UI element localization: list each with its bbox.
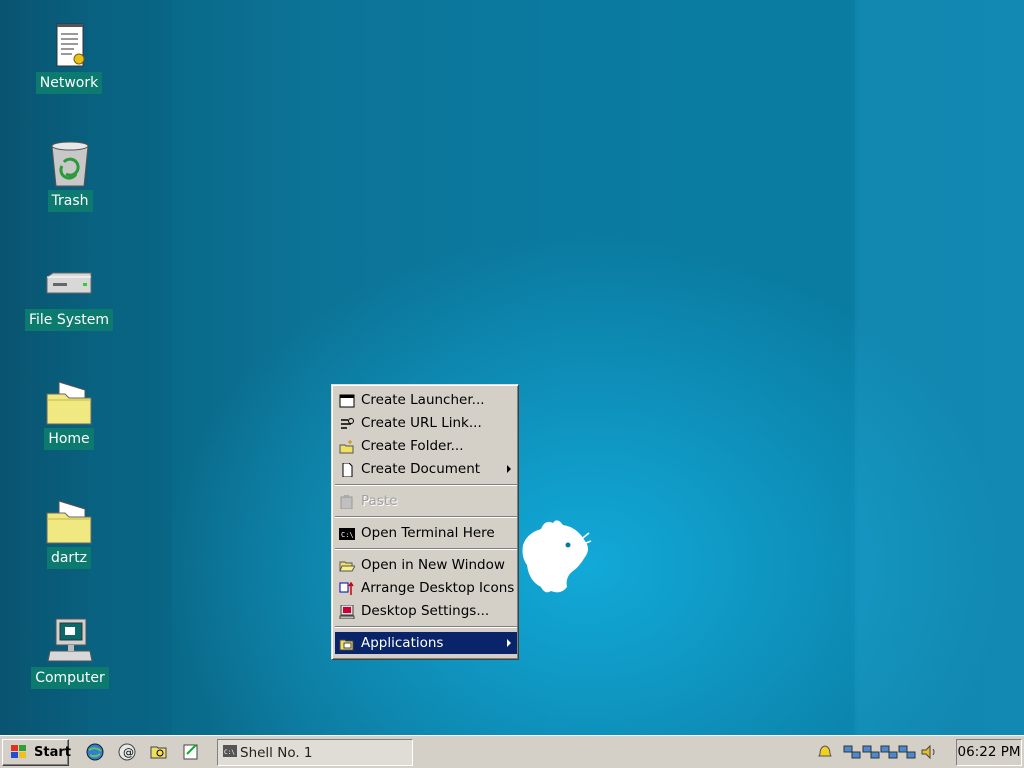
browser-icon[interactable] xyxy=(85,742,105,762)
file-manager-icon[interactable] xyxy=(149,742,169,762)
wallpaper-band xyxy=(855,0,1024,735)
desktop-icon-home[interactable]: Home xyxy=(14,378,124,450)
editor-icon[interactable] xyxy=(181,742,201,762)
volume-icon[interactable] xyxy=(920,743,938,761)
desktop-icon-label: Computer xyxy=(31,667,109,689)
desktop-icon-label: dartz xyxy=(46,547,92,569)
mouse-mascot-icon xyxy=(522,520,592,593)
menu-item-create-url-link[interactable]: Create URL Link... xyxy=(335,412,517,434)
start-label: Start xyxy=(34,745,71,760)
new-folder-icon xyxy=(339,439,355,454)
computer-icon xyxy=(46,617,94,665)
folder-icon xyxy=(45,497,93,545)
network-activity-icon[interactable] xyxy=(843,743,861,761)
menu-item-arrange-icons[interactable]: Arrange Desktop Icons xyxy=(335,577,517,599)
url-link-icon xyxy=(339,416,355,430)
document-icon xyxy=(339,462,355,478)
desktop-icon-network[interactable]: Network xyxy=(14,22,124,94)
svg-text:C:\: C:\ xyxy=(224,749,235,756)
menu-separator xyxy=(335,516,517,518)
paste-icon xyxy=(339,494,355,510)
desktop[interactable]: Network Trash File System Home dartz Com… xyxy=(0,0,1024,735)
open-folder-icon xyxy=(339,558,356,572)
menu-separator xyxy=(335,626,517,628)
start-button[interactable]: Start xyxy=(2,739,71,766)
notification-bell-icon[interactable] xyxy=(816,743,834,761)
terminal-icon: C:\ xyxy=(223,745,237,761)
desktop-icon-label: Trash xyxy=(47,190,93,212)
menu-item-create-folder[interactable]: Create Folder... xyxy=(335,435,517,457)
desktop-icon-file-system[interactable]: File System xyxy=(14,259,124,331)
menu-item-applications[interactable]: Applications xyxy=(335,632,517,654)
menu-item-open-terminal[interactable]: C:\ Open Terminal Here xyxy=(335,522,517,544)
drive-icon xyxy=(45,259,93,307)
network-activity-icon[interactable] xyxy=(898,743,916,761)
trash-icon xyxy=(46,140,94,188)
submenu-arrow-icon xyxy=(507,639,511,647)
task-button-label: Shell No. 1 xyxy=(240,745,313,761)
desktop-icon-label: Network xyxy=(35,72,103,94)
applications-icon xyxy=(339,636,355,651)
desktop-icon-computer[interactable]: Computer xyxy=(15,617,125,689)
menu-item-paste: Paste xyxy=(335,490,517,512)
task-button-shell[interactable]: C:\ Shell No. 1 xyxy=(217,739,413,766)
desktop-icon-dartz[interactable]: dartz xyxy=(14,497,124,569)
menu-separator xyxy=(335,548,517,550)
desktop-icon-label: Home xyxy=(44,428,94,450)
svg-text:C:\: C:\ xyxy=(341,531,354,539)
start-logo-icon xyxy=(10,744,28,764)
launcher-icon xyxy=(339,393,355,408)
menu-separator xyxy=(335,484,517,486)
network-activity-icon[interactable] xyxy=(880,743,898,761)
arrange-icon xyxy=(339,581,355,595)
desktop-icon-label: File System xyxy=(24,309,114,331)
submenu-arrow-icon xyxy=(507,465,511,473)
terminal-icon: C:\ xyxy=(339,526,355,540)
desktop-icon-trash[interactable]: Trash xyxy=(15,140,125,212)
svg-text:@: @ xyxy=(123,746,134,759)
network-activity-icon[interactable] xyxy=(862,743,880,761)
desktop-settings-icon xyxy=(339,604,355,620)
desktop-context-menu: Create Launcher... Create URL Link... Cr… xyxy=(331,384,519,660)
network-document-icon xyxy=(45,22,93,70)
clock[interactable]: 06:22 PM xyxy=(956,739,1022,766)
menu-item-desktop-settings[interactable]: Desktop Settings... xyxy=(335,600,517,622)
menu-item-create-document[interactable]: Create Document xyxy=(335,458,517,480)
menu-item-open-new-window[interactable]: Open in New Window xyxy=(335,554,517,576)
taskbar: Start @ C:\ Shell No. 1 06:22 PM xyxy=(0,735,1024,768)
mail-icon[interactable]: @ xyxy=(117,742,137,762)
folder-icon xyxy=(45,378,93,426)
menu-item-create-launcher[interactable]: Create Launcher... xyxy=(335,389,517,411)
